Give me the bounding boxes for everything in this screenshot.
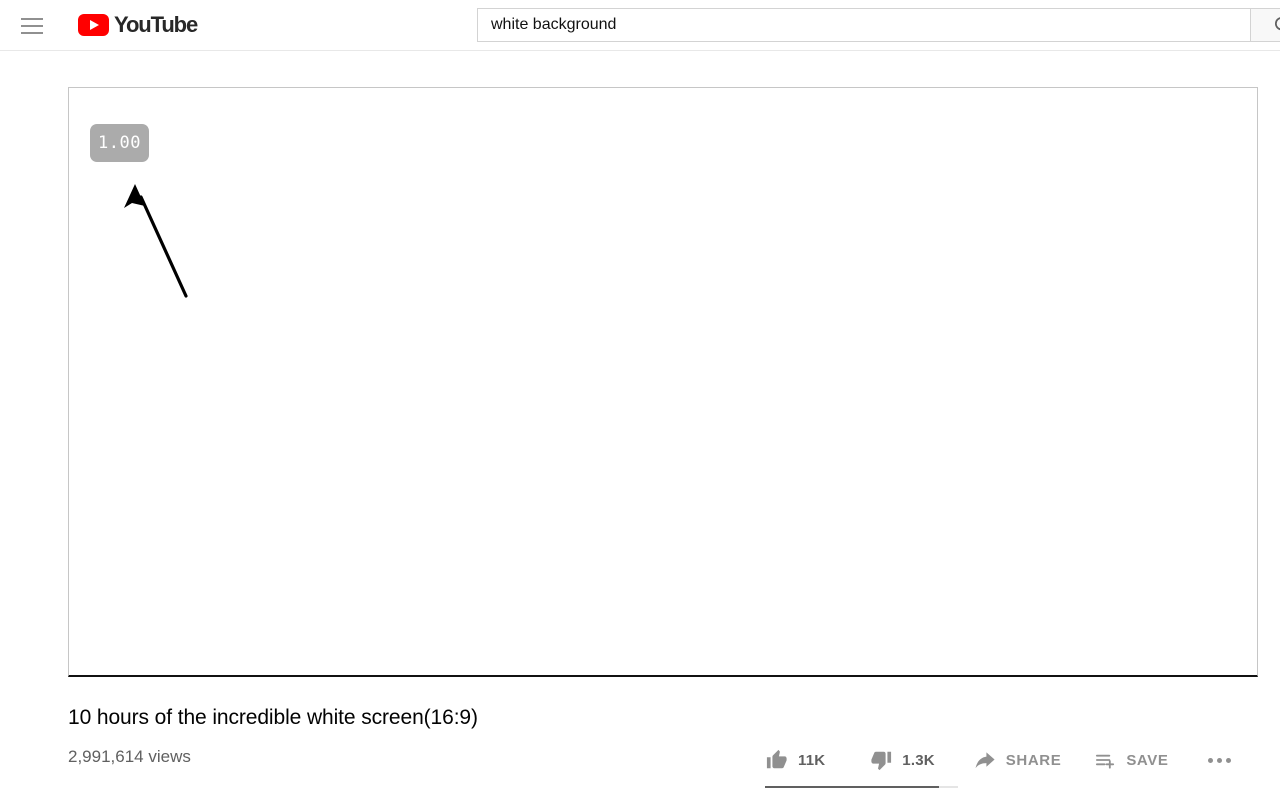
thumbs-up-icon <box>765 748 789 772</box>
video-title: 10 hours of the incredible white screen(… <box>68 706 478 729</box>
more-horizontal-icon[interactable] <box>1206 742 1233 778</box>
annotation-arrow-icon <box>124 184 188 298</box>
search-icon <box>1274 17 1280 31</box>
view-count: 2,991,614 views <box>68 747 191 766</box>
like-ratio-fill <box>765 786 939 788</box>
search-form <box>477 8 1280 42</box>
share-button[interactable]: SHARE <box>973 742 1062 778</box>
dislike-count: 1.3K <box>902 751 935 769</box>
youtube-watch-page: YouTube 1.00 10 hours of the incredible … <box>0 0 1280 800</box>
save-button[interactable]: SAVE <box>1093 742 1168 778</box>
search-button[interactable] <box>1250 8 1280 42</box>
dislike-button[interactable]: 1.3K <box>869 742 935 778</box>
masthead-header: YouTube <box>0 0 1280 51</box>
more-dot <box>1208 757 1214 763</box>
save-to-playlist-icon <box>1093 748 1117 772</box>
share-arrow-icon <box>973 748 997 772</box>
hamburger-bar <box>21 32 43 34</box>
like-count: 11K <box>798 751 826 769</box>
youtube-wordmark: YouTube <box>114 12 198 37</box>
video-action-bar: 11K 1.3K SHARE SAVE <box>765 742 1233 778</box>
more-dot <box>1226 757 1232 763</box>
hamburger-bar <box>21 18 43 20</box>
save-label: SAVE <box>1126 751 1169 769</box>
play-triangle-icon <box>78 14 109 36</box>
hamburger-menu-icon[interactable] <box>14 8 50 44</box>
like-dislike-ratio-bar <box>765 786 958 788</box>
search-input[interactable] <box>477 8 1250 42</box>
thumbs-down-icon <box>869 748 893 772</box>
more-dot <box>1217 757 1223 763</box>
video-player[interactable]: 1.00 <box>68 87 1258 677</box>
hamburger-bar <box>21 25 43 27</box>
like-button[interactable]: 11K <box>765 742 825 778</box>
youtube-logo[interactable]: YouTube <box>78 11 198 39</box>
share-label: SHARE <box>1005 751 1062 769</box>
playback-speed-badge: 1.00 <box>90 124 149 162</box>
